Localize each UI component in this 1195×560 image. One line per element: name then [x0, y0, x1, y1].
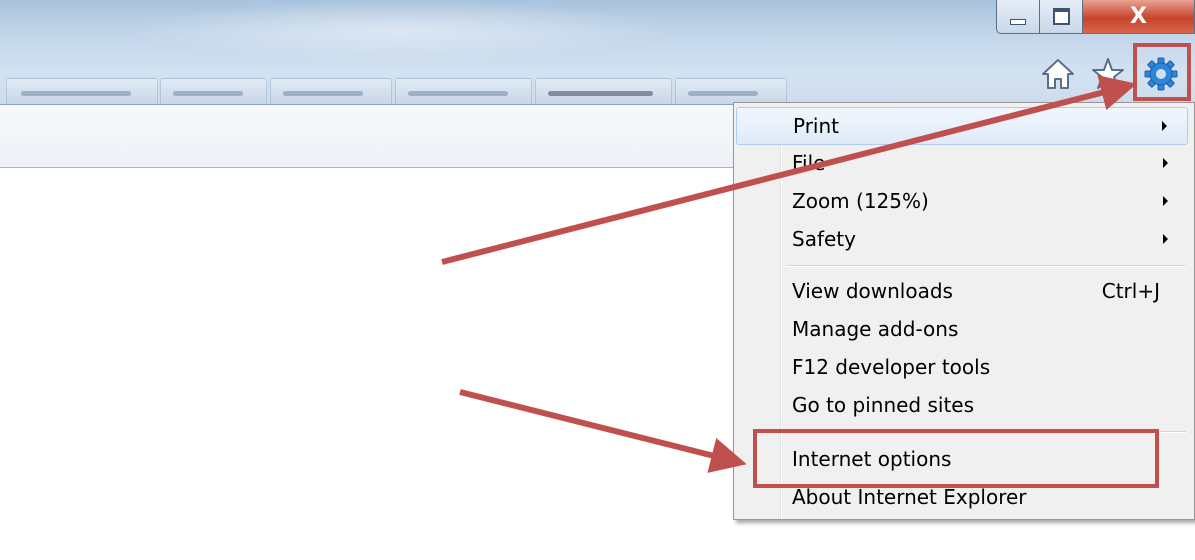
menu-item-go-to-pinned-sites[interactable]: Go to pinned sites — [736, 387, 1188, 425]
browser-title-bar: X — [0, 0, 1195, 105]
browser-tab[interactable] — [160, 78, 267, 105]
internet-options-highlight-box — [753, 429, 1159, 488]
menu-item-manage-add-ons[interactable]: Manage add-ons — [736, 311, 1188, 349]
submenu-arrow-icon — [1162, 121, 1167, 131]
browser-tab[interactable] — [6, 78, 158, 105]
menu-item-label: Zoom (125%) — [792, 189, 929, 213]
menu-item-label: Safety — [792, 227, 856, 251]
home-button[interactable] — [1040, 54, 1076, 94]
menu-item-zoom[interactable]: Zoom (125%) — [736, 183, 1188, 221]
menu-item-label: F12 developer tools — [792, 355, 991, 379]
menu-item-view-downloads[interactable]: View downloads Ctrl+J — [736, 273, 1188, 311]
menu-separator — [786, 265, 1186, 267]
menu-item-label: About Internet Explorer — [792, 485, 1027, 509]
menu-item-f12-developer-tools[interactable]: F12 developer tools — [736, 349, 1188, 387]
browser-tab[interactable] — [535, 78, 672, 105]
menu-item-safety[interactable]: Safety — [736, 221, 1188, 259]
arrow-to-internet-options — [459, 389, 747, 473]
menu-item-label: File — [792, 151, 826, 175]
star-icon — [1092, 58, 1124, 89]
favorites-button[interactable] — [1090, 54, 1126, 94]
close-button[interactable]: X — [1082, 0, 1195, 34]
browser-tab[interactable] — [270, 78, 392, 105]
close-icon: X — [1130, 4, 1147, 29]
menu-item-print[interactable]: Print — [736, 107, 1188, 145]
browser-tab[interactable] — [395, 78, 532, 105]
submenu-arrow-icon — [1163, 158, 1168, 168]
maximize-button[interactable] — [1039, 0, 1083, 34]
minimize-icon — [1010, 18, 1026, 25]
minimize-button[interactable] — [996, 0, 1040, 34]
menu-item-shortcut: Ctrl+J — [1101, 279, 1160, 303]
menu-item-label: Manage add-ons — [792, 317, 959, 341]
maximize-icon — [1052, 8, 1070, 25]
menu-item-label: Print — [793, 114, 840, 138]
submenu-arrow-icon — [1163, 196, 1168, 206]
gear-highlight-box — [1133, 43, 1191, 101]
tab-strip — [0, 74, 1020, 105]
submenu-arrow-icon — [1163, 234, 1168, 244]
home-icon — [1042, 59, 1074, 89]
browser-tab[interactable] — [675, 78, 787, 105]
menu-item-label: Go to pinned sites — [792, 393, 975, 417]
menu-item-file[interactable]: File — [736, 145, 1188, 183]
menu-item-label: View downloads — [792, 279, 953, 303]
